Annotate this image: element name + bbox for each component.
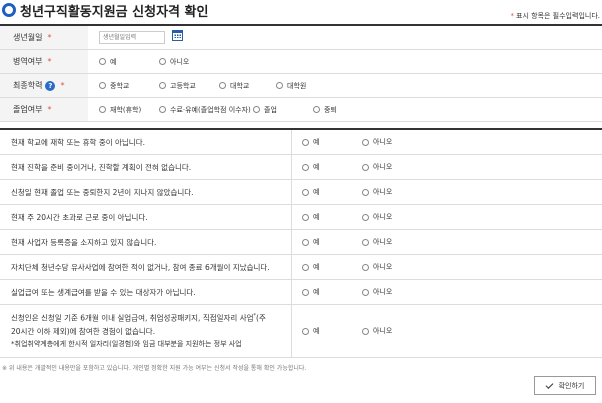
confirm-button[interactable]: 확인하기 — [534, 376, 596, 395]
question-yes-radio[interactable]: 예 — [302, 180, 319, 204]
graduation-row: 졸업여부 * 재학(휴학) 수료·유예(졸업학점 이수자) 졸업 중퇴 — [0, 98, 602, 122]
required-note: * 표시 항목은 필수입력입니다. — [511, 11, 600, 21]
question-yes-radio[interactable]: 예 — [302, 205, 319, 229]
question-yes-radio[interactable]: 예 — [302, 255, 319, 279]
question-no-radio[interactable]: 아니오 — [362, 255, 392, 279]
question-text: 현재 사업자 등록증을 소지하고 있지 않습니다. — [0, 230, 292, 254]
question-row: 신청인은 신청일 기준 6개월 이내 실업급여, 취업성공패키지, 직접일자리 … — [0, 305, 602, 358]
question-text: 현재 학교에 재학 또는 휴학 중이 아닙니다. — [0, 130, 292, 154]
radio-circle-icon — [302, 188, 309, 196]
required-mark: * — [510, 12, 515, 20]
radio-circle-icon — [302, 213, 309, 221]
education-row: 최종학력? * 중학교 고등학교 대학교 대학원 — [0, 74, 602, 98]
radio-circle-icon — [302, 138, 309, 146]
question-yes-radio[interactable]: 예 — [302, 230, 319, 254]
birth-row: 생년월일 * — [0, 26, 602, 50]
required-mark: * — [47, 33, 52, 42]
eligibility-questions: 현재 학교에 재학 또는 휴학 중이 아닙니다. 예 아니오 현재 진학을 준비… — [0, 128, 602, 358]
radio-circle-icon — [362, 263, 369, 271]
radio-circle-icon — [159, 58, 166, 65]
radio-circle-icon — [276, 82, 283, 89]
radio-circle-icon — [219, 82, 226, 89]
question-no-radio[interactable]: 아니오 — [362, 205, 392, 229]
question-text: 자치단체 청년수당 유사사업에 참여한 적이 없거나, 참여 종료 6개월이 지… — [0, 255, 292, 279]
radio-circle-icon — [99, 106, 106, 113]
radio-circle-icon — [362, 327, 369, 335]
question-no-radio[interactable]: 아니오 — [362, 280, 392, 304]
military-no-radio[interactable]: 아니오 — [159, 50, 189, 73]
graduation-graduated-radio[interactable]: 졸업 — [253, 98, 277, 121]
radio-circle-icon — [362, 213, 369, 221]
applicant-info-form: 생년월일* 병역여부* 예 아니오 최종학력?* 중학교 고등학교 대학교 대학… — [0, 24, 602, 122]
birth-label: 생년월일 * — [0, 26, 88, 49]
title-bullet-icon — [2, 3, 16, 17]
radio-circle-icon — [159, 82, 166, 89]
graduation-dropout-radio[interactable]: 중퇴 — [313, 98, 337, 121]
help-icon[interactable]: ? — [45, 80, 56, 91]
radio-circle-icon — [313, 106, 320, 113]
radio-circle-icon — [159, 106, 166, 113]
radio-circle-icon — [302, 238, 309, 246]
radio-circle-icon — [362, 238, 369, 246]
radio-circle-icon — [302, 263, 309, 271]
footer-note: ※ 위 내용은 개괄적인 내용만을 포함하고 있습니다. 개인별 정확한 지원 … — [2, 365, 307, 372]
question-text: 신청일 현재 졸업 또는 중퇴한지 2년이 지나지 않았습니다. — [0, 180, 292, 204]
education-middle-radio[interactable]: 중학교 — [99, 74, 129, 97]
question-row: 신청일 현재 졸업 또는 중퇴한지 2년이 지나지 않았습니다. 예 아니오 — [0, 180, 602, 205]
radio-circle-icon — [362, 163, 369, 171]
question-sub-note: *취업취약계층에게 한시적 일자리(일경험)와 임금 대부분을 지원하는 정부 … — [11, 339, 242, 348]
military-row: 병역여부 * 예 아니오 — [0, 50, 602, 74]
military-yes-radio[interactable]: 예 — [99, 50, 116, 73]
required-note-text: 표시 항목은 필수입력입니다. — [516, 12, 600, 20]
question-yes-radio[interactable]: 예 — [302, 155, 319, 179]
military-label: 병역여부 * — [0, 50, 88, 73]
question-row: 현재 주 20시간 초과로 근로 중이 아닙니다. 예 아니오 — [0, 205, 602, 230]
question-yes-radio[interactable]: 예 — [302, 130, 319, 154]
radio-circle-icon — [362, 288, 369, 296]
question-no-radio[interactable]: 아니오 — [362, 130, 392, 154]
question-text: 현재 주 20시간 초과로 근로 중이 아닙니다. — [0, 205, 292, 229]
required-mark: * — [47, 57, 52, 66]
required-mark: * — [47, 105, 52, 114]
page-title: 청년구직활동지원금 신청자격 확인 — [20, 5, 209, 20]
question-no-radio[interactable]: 아니오 — [362, 155, 392, 179]
question-row: 실업급여 또는 생계급여를 받을 수 있는 대상자가 아닙니다. 예 아니오 — [0, 280, 602, 305]
question-yes-radio[interactable]: 예 — [302, 280, 319, 304]
education-label: 최종학력? * — [0, 74, 88, 97]
question-row: 자치단체 청년수당 유사사업에 참여한 적이 없거나, 참여 종료 6개월이 지… — [0, 255, 602, 280]
radio-circle-icon — [302, 327, 309, 335]
graduation-enrolled-radio[interactable]: 재학(휴학) — [99, 98, 141, 121]
radio-circle-icon — [362, 188, 369, 196]
calendar-icon[interactable] — [172, 30, 183, 41]
graduation-label: 졸업여부 * — [0, 98, 88, 121]
education-graduate-radio[interactable]: 대학원 — [276, 74, 306, 97]
page-header: 청년구직활동지원금 신청자격 확인 * 표시 항목은 필수입력입니다. — [0, 0, 602, 22]
question-no-radio[interactable]: 아니오 — [362, 305, 392, 357]
radio-circle-icon — [302, 288, 309, 296]
graduation-completed-radio[interactable]: 수료·유예(졸업학점 이수자) — [159, 98, 251, 121]
question-row: 현재 학교에 재학 또는 휴학 중이 아닙니다. 예 아니오 — [0, 130, 602, 155]
check-icon — [545, 380, 553, 389]
required-mark: * — [60, 81, 65, 90]
question-no-radio[interactable]: 아니오 — [362, 180, 392, 204]
question-row: 현재 사업자 등록증을 소지하고 있지 않습니다. 예 아니오 — [0, 230, 602, 255]
question-row: 현재 진학을 준비 중이거나, 진학할 계획이 전혀 없습니다. 예 아니오 — [0, 155, 602, 180]
radio-circle-icon — [253, 106, 260, 113]
question-text: 실업급여 또는 생계급여를 받을 수 있는 대상자가 아닙니다. — [0, 280, 292, 304]
question-no-radio[interactable]: 아니오 — [362, 230, 392, 254]
radio-circle-icon — [362, 138, 369, 146]
birth-date-input[interactable] — [99, 31, 165, 44]
education-university-radio[interactable]: 대학교 — [219, 74, 249, 97]
radio-circle-icon — [99, 58, 106, 65]
radio-circle-icon — [302, 163, 309, 171]
education-high-radio[interactable]: 고등학교 — [159, 74, 196, 97]
question-text: 현재 진학을 준비 중이거나, 진학할 계획이 전혀 없습니다. — [0, 155, 292, 179]
question-yes-radio[interactable]: 예 — [302, 305, 319, 357]
radio-circle-icon — [99, 82, 106, 89]
question-text: 신청인은 신청일 기준 6개월 이내 실업급여, 취업성공패키지, 직접일자리 … — [0, 305, 292, 357]
